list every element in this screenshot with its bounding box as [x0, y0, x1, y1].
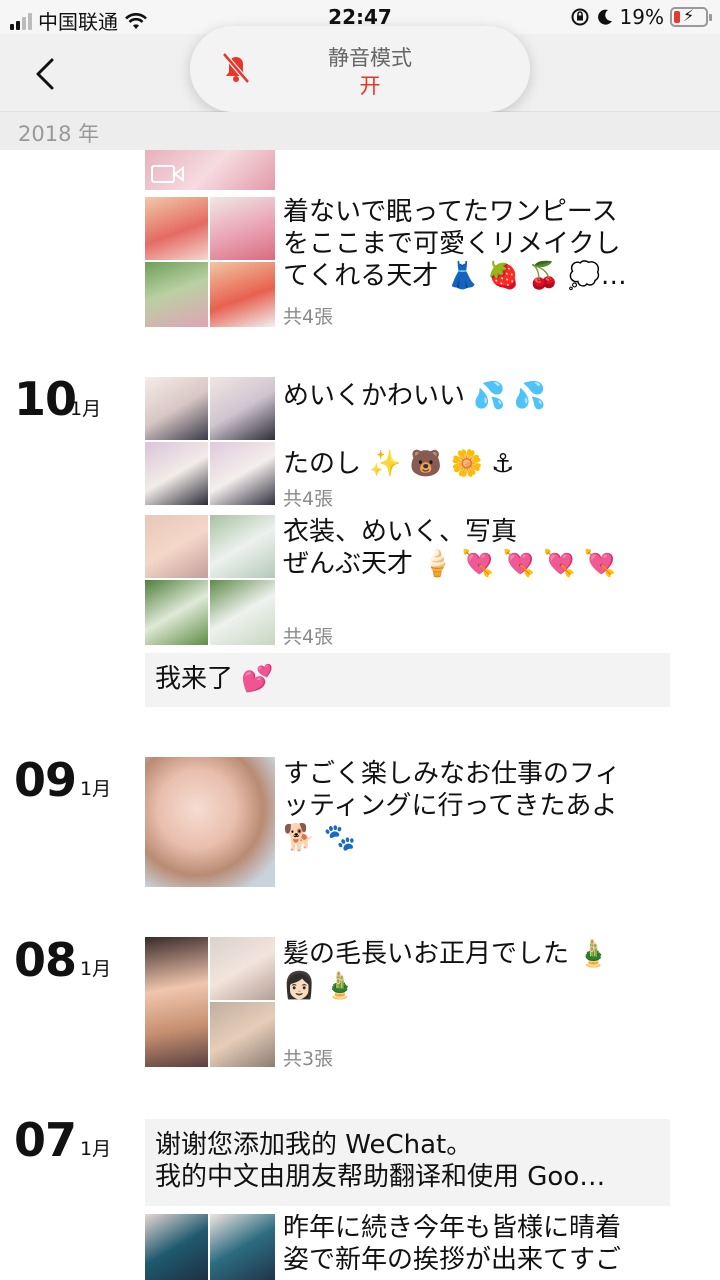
date-day: 10	[14, 372, 77, 426]
post-text[interactable]: たのし ✨ 🐻 🌼 ⚓	[283, 448, 663, 480]
photo-thumbnail[interactable]	[210, 1002, 275, 1067]
battery-percent: 19%	[619, 5, 664, 29]
year-label: 2018 年	[18, 122, 100, 146]
date-day: 09	[14, 753, 77, 807]
battery-icon: ⚡	[670, 6, 712, 27]
photo-thumbnail[interactable]	[145, 515, 208, 578]
toast-title: 静音模式	[328, 46, 412, 70]
post-text[interactable]: 着ないで眠ってたワンピース をここまで可愛くリメイクし てくれる天才 👗 🍓 🍒…	[283, 196, 663, 292]
photo-count: 共4張	[283, 306, 334, 328]
post-text[interactable]: 昨年に続き今年も皆様に晴着 姿で新年の挨拶が出来てすご	[283, 1212, 663, 1276]
year-header: 2018 年	[0, 112, 720, 150]
photo-count: 共3張	[283, 1048, 334, 1070]
status-right: 19% ⚡	[570, 5, 712, 29]
post-text[interactable]: めいくかわいい 💦 💦	[283, 380, 663, 412]
photo-thumbnail[interactable]	[145, 937, 208, 1067]
photo-thumbnail[interactable]	[210, 937, 275, 1000]
date-month: 1月	[70, 398, 102, 420]
moments-feed[interactable]: 着ないで眠ってたワンピース をここまで可愛くリメイクし てくれる天才 👗 🍓 🍒…	[0, 150, 720, 1280]
post-text[interactable]: 髪の毛長いお正月でした 🎍 👩🏻 🎍	[283, 938, 663, 1002]
photo-thumbnail[interactable]	[210, 262, 275, 327]
photo-thumbnail[interactable]	[210, 377, 275, 440]
nav-bar: 静音模式 开	[0, 26, 720, 112]
photo-thumbnail[interactable]	[145, 757, 275, 887]
toast-value: 开	[359, 74, 381, 98]
date-month: 1月	[80, 1138, 112, 1160]
photo-thumbnail[interactable]	[210, 1214, 275, 1280]
photo-thumbnail[interactable]	[210, 197, 275, 260]
silent-mode-toast: 静音模式 开	[190, 26, 530, 112]
photo-thumbnail[interactable]	[145, 262, 208, 327]
moon-icon	[597, 9, 612, 25]
date-month: 1月	[80, 778, 112, 800]
text-post[interactable]: 我来了 💕	[145, 653, 670, 707]
photo-thumbnail[interactable]	[145, 580, 208, 645]
photo-count: 共4張	[283, 626, 334, 648]
date-month: 1月	[80, 958, 112, 980]
photo-count: 共4張	[283, 488, 334, 510]
video-thumbnail[interactable]	[145, 150, 275, 190]
post-text[interactable]: 衣装、めいく、写真 ぜんぶ天才 🍦 💘 💘 💘 💘	[283, 516, 663, 580]
photo-thumbnail[interactable]	[210, 515, 275, 578]
photo-thumbnail[interactable]	[145, 197, 208, 260]
photo-thumbnail[interactable]	[145, 1214, 208, 1280]
photo-thumbnail[interactable]	[145, 377, 208, 440]
date-day: 08	[14, 933, 77, 987]
photo-thumbnail[interactable]	[210, 580, 275, 645]
back-arrow-icon[interactable]	[26, 54, 66, 94]
post-text[interactable]: すごく楽しみなお仕事のフィ ッティングに行ってきたあよ 🐕 🐾	[283, 758, 663, 854]
text-post[interactable]: 谢谢您添加我的 WeChat。 我的中文由朋友帮助翻译和使用 Goo…	[145, 1119, 670, 1206]
date-day: 07	[14, 1113, 77, 1167]
photo-thumbnail[interactable]	[145, 442, 208, 505]
rotation-lock-icon	[571, 8, 589, 26]
photo-thumbnail[interactable]	[210, 442, 275, 505]
video-camera-icon	[151, 165, 184, 183]
